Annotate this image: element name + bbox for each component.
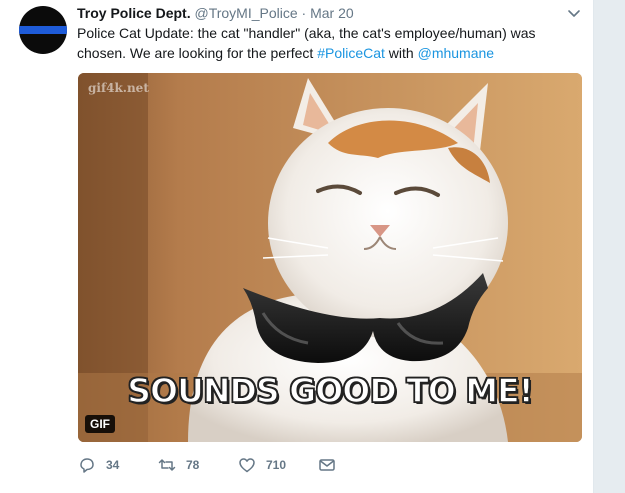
- retweet-button[interactable]: 78: [158, 456, 238, 474]
- retweet-icon: [158, 459, 176, 471]
- like-count: 710: [266, 458, 287, 472]
- tweet-text-connector: with: [384, 45, 418, 61]
- direct-message-button[interactable]: [318, 456, 346, 474]
- separator-dot: ·: [301, 5, 307, 21]
- tweet-header: Troy Police Dept. @TroyMI_Police · Mar 2…: [77, 4, 553, 22]
- retweet-count: 78: [186, 458, 200, 472]
- reply-icon: [80, 458, 94, 473]
- gif-badge: GIF: [85, 415, 115, 433]
- hashtag-link[interactable]: #PoliceCat: [317, 45, 385, 61]
- gif-media[interactable]: gif4k.net SOUNDS GOOD TO ME! GIF: [78, 73, 582, 442]
- chevron-down-icon[interactable]: [567, 6, 581, 20]
- like-button[interactable]: 710: [238, 456, 318, 474]
- avatar-stripe: [19, 26, 67, 34]
- like-icon: [239, 458, 255, 473]
- author-name[interactable]: Troy Police Dept.: [77, 5, 191, 21]
- reply-count: 34: [106, 458, 120, 472]
- watermark: gif4k.net: [88, 81, 149, 95]
- reply-button[interactable]: 34: [78, 456, 158, 474]
- gif-caption: SOUNDS GOOD TO ME!: [127, 370, 535, 411]
- tweet-card[interactable]: Troy Police Dept. @TroyMI_Police · Mar 2…: [0, 0, 594, 493]
- message-icon: [319, 459, 335, 471]
- tweet-text: Police Cat Update: the cat "handler" (ak…: [77, 23, 577, 63]
- mention-link[interactable]: @mhumane: [418, 45, 494, 61]
- avatar[interactable]: [19, 6, 67, 54]
- tweet-actions: 34 78 710: [78, 456, 346, 474]
- tweet-timestamp[interactable]: Mar 20: [310, 5, 354, 21]
- author-handle[interactable]: @TroyMI_Police: [194, 5, 297, 21]
